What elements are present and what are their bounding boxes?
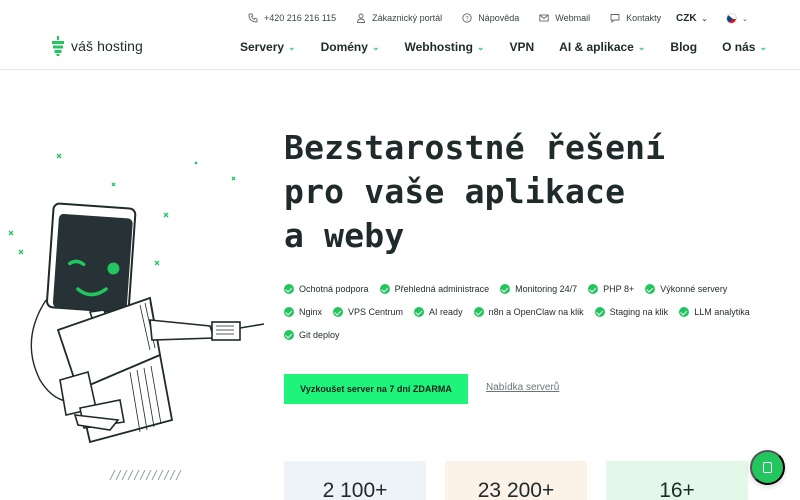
feature-label: Ochotná podpora xyxy=(299,284,369,294)
site-header: váš hosting +420 216 216 115 Zákaznický … xyxy=(0,0,800,70)
feature-item: VPS Centrum xyxy=(333,306,403,318)
feature-label: Nginx xyxy=(299,307,323,317)
logo[interactable]: váš hosting xyxy=(51,36,143,56)
server-offer-link[interactable]: Nabídka serverů xyxy=(486,382,559,393)
stat-value: 2 100+ xyxy=(322,479,388,500)
chat-bubble-icon xyxy=(610,14,620,23)
check-icon xyxy=(414,307,425,317)
nav-item-o-nas[interactable]: O nás ⌄ xyxy=(722,40,767,54)
robot-illustration xyxy=(8,153,265,481)
nav-label: O nás xyxy=(722,40,756,54)
user-icon xyxy=(357,13,366,23)
phone-icon xyxy=(248,13,258,23)
headline-line: Bezstarostné řešení xyxy=(284,128,666,167)
feature-label: n8n a OpenClaw na klik xyxy=(488,307,584,317)
check-icon xyxy=(588,284,599,294)
stat-value: 23 200+ xyxy=(477,479,555,500)
try-server-free-button[interactable]: Vyzkoušet server na 7 dní ZDARMA xyxy=(284,374,468,404)
nav-item-domeny[interactable]: Domény ⌄ xyxy=(321,40,380,54)
feature-item: AI ready xyxy=(414,306,463,318)
feature-item: Nginx xyxy=(284,306,322,318)
feature-item: PHP 8+ xyxy=(588,283,634,295)
chevron-down-icon: ⌄ xyxy=(476,41,485,52)
language-selector[interactable]: ⌄ xyxy=(726,13,748,24)
help-label: Nápověda xyxy=(478,13,520,23)
contacts-label: Kontakty xyxy=(626,13,662,23)
check-icon xyxy=(679,307,690,317)
check-icon xyxy=(645,284,656,294)
check-icon xyxy=(473,307,484,317)
check-icon xyxy=(379,284,390,294)
help-link[interactable]: ? Nápověda xyxy=(462,13,519,23)
help-icon: ? xyxy=(462,13,472,23)
feature-item: n8n a OpenClaw na klik xyxy=(473,306,584,318)
customer-portal-label: Zákaznický portál xyxy=(372,13,443,23)
check-icon xyxy=(594,307,605,317)
check-icon xyxy=(284,284,294,294)
feature-label: Výkonné servery xyxy=(660,284,728,294)
feature-list: Ochotná podpora Přehledná administrace M… xyxy=(284,283,764,341)
check-icon xyxy=(500,284,511,294)
stat-card: 23 200+ xyxy=(445,461,587,500)
logo-icon xyxy=(51,36,65,56)
webmail-label: Webmail xyxy=(555,13,591,23)
phone-device-icon xyxy=(763,462,772,473)
chat-widget-button[interactable] xyxy=(750,450,785,485)
headline-line: a weby xyxy=(284,216,405,255)
check-icon xyxy=(333,307,344,317)
stat-card: 2 100+ xyxy=(284,461,426,500)
nav-item-ai-aplikace[interactable]: AI & aplikace ⌄ xyxy=(559,40,645,54)
currency-label: CZK xyxy=(676,13,697,24)
check-icon xyxy=(284,307,294,317)
stat-card: 16+ xyxy=(606,461,748,500)
feature-label: Git deploy xyxy=(299,330,340,340)
feature-label: LLM analytika xyxy=(694,307,750,317)
nav-label: AI & aplikace xyxy=(559,40,634,54)
utility-nav: +420 216 216 115 Zákaznický portál ? Náp… xyxy=(248,13,681,23)
chevron-down-icon: ⌄ xyxy=(701,15,708,23)
feature-label: Monitoring 24/7 xyxy=(515,284,578,294)
nav-label: Domény xyxy=(320,40,368,54)
mail-icon xyxy=(539,14,549,22)
nav-item-servery[interactable]: Servery ⌄ xyxy=(240,40,296,54)
customer-portal-link[interactable]: Zákaznický portál xyxy=(356,13,442,23)
check-icon xyxy=(284,330,294,340)
nav-label: Webhosting xyxy=(404,40,473,54)
feature-label: AI ready xyxy=(429,307,463,317)
chevron-down-icon: ⌄ xyxy=(759,41,767,52)
headline-line: pro vaše aplikace xyxy=(284,172,626,211)
phone-label: +420 216 216 115 xyxy=(264,13,337,23)
currency-selector[interactable]: CZK ⌄ xyxy=(676,13,707,24)
czech-flag-icon xyxy=(726,13,737,24)
chevron-down-icon: ⌄ xyxy=(637,41,646,52)
feature-label: PHP 8+ xyxy=(603,284,635,294)
phone-link[interactable]: +420 216 216 115 xyxy=(248,13,336,23)
hero-headline: Bezstarostné řešení pro vaše aplikace a … xyxy=(284,126,665,258)
feature-item: Přehledná administrace xyxy=(379,283,490,295)
nav-label: Servery xyxy=(240,40,285,54)
feature-item: Výkonné servery xyxy=(645,283,727,295)
feature-label: VPS Centrum xyxy=(348,307,404,317)
stat-value: 16+ xyxy=(659,479,695,500)
feature-label: Staging na klik xyxy=(609,307,669,317)
contacts-link[interactable]: Kontakty xyxy=(610,13,661,23)
chevron-down-icon: ⌄ xyxy=(288,41,296,52)
feature-label: Přehledná administrace xyxy=(394,284,490,294)
chevron-down-icon: ⌄ xyxy=(742,15,748,23)
feature-item: Ochotná podpora xyxy=(284,283,369,295)
chevron-down-icon: ⌄ xyxy=(371,41,380,52)
nav-label: VPN xyxy=(509,40,535,54)
nav-item-vpn[interactable]: VPN xyxy=(509,40,534,54)
feature-item: Monitoring 24/7 xyxy=(500,283,577,295)
webmail-link[interactable]: Webmail xyxy=(539,13,590,23)
nav-item-blog[interactable]: Blog xyxy=(670,40,697,54)
main-nav: Servery ⌄ Domény ⌄ Webhosting ⌄ VPN AI &… xyxy=(240,40,792,54)
feature-item: LLM analytika xyxy=(679,306,750,318)
nav-item-webhosting[interactable]: Webhosting ⌄ xyxy=(404,40,484,54)
feature-item: Git deploy xyxy=(284,329,340,341)
feature-item: Staging na klik xyxy=(594,306,669,318)
logo-text: váš hosting xyxy=(71,38,143,54)
nav-label: Blog xyxy=(670,40,698,54)
